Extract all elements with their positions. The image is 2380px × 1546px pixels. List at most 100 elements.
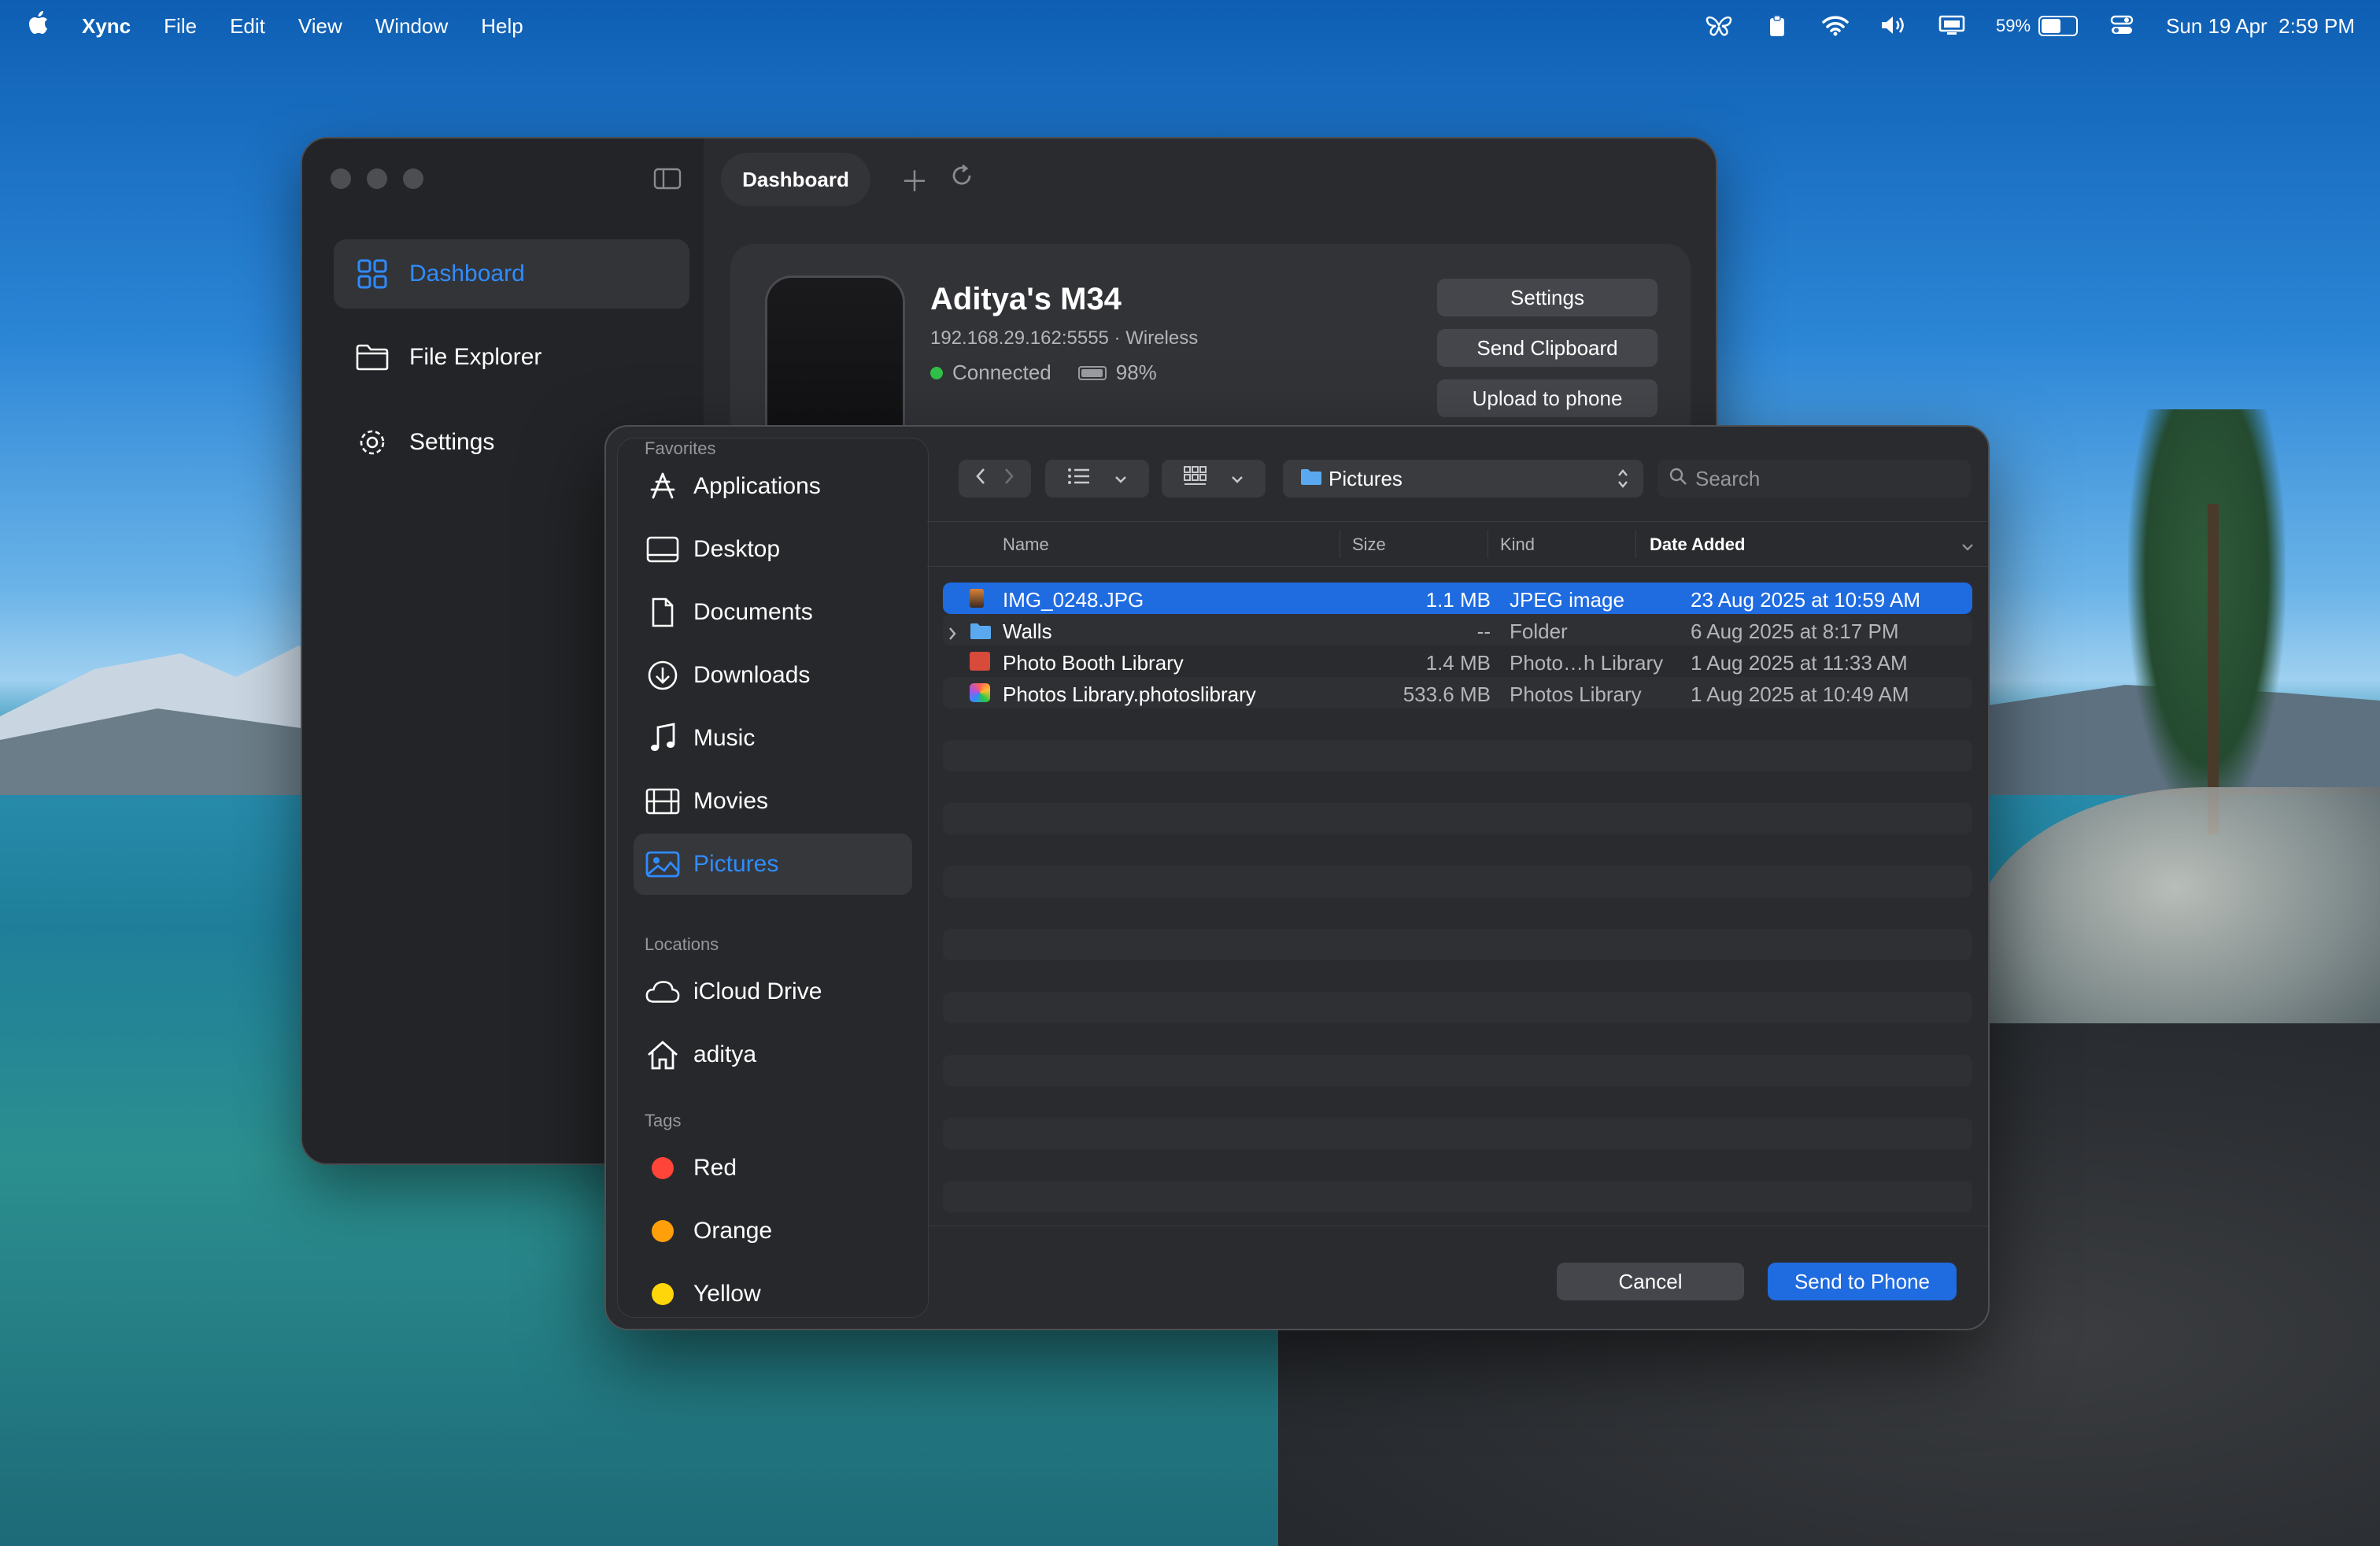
folder-icon bbox=[354, 339, 390, 375]
battery-percent: 59% bbox=[1996, 16, 2031, 35]
sidebar-item-music[interactable]: Music bbox=[634, 708, 912, 769]
sidebar-item-documents[interactable]: Documents bbox=[634, 582, 912, 643]
sidebar-item-downloads[interactable]: Downloads bbox=[634, 645, 912, 706]
control-center-icon[interactable] bbox=[2108, 14, 2136, 38]
send-to-phone-button[interactable]: Send to Phone bbox=[1768, 1263, 1957, 1300]
list-view-icon bbox=[1067, 468, 1091, 490]
dialog-footer: Cancel Send to Phone bbox=[927, 1226, 1988, 1329]
app-menu[interactable]: Xync bbox=[82, 14, 131, 39]
sidebar-tag-orange[interactable]: Orange bbox=[634, 1200, 912, 1262]
music-icon bbox=[645, 720, 681, 756]
search-field[interactable]: Search bbox=[1658, 460, 1971, 497]
menu-edit[interactable]: Edit bbox=[230, 14, 265, 39]
empty-row bbox=[943, 1055, 1972, 1086]
refresh-icon[interactable] bbox=[949, 162, 974, 195]
zoom-window-button[interactable] bbox=[403, 168, 423, 189]
file-size: 1.4 MB bbox=[1425, 651, 1491, 675]
sidebar-item-home[interactable]: aditya bbox=[634, 1024, 912, 1086]
empty-row bbox=[943, 929, 1972, 960]
sidebar-item-applications[interactable]: Applications bbox=[634, 456, 912, 517]
sidebar-item-file-explorer[interactable]: File Explorer bbox=[334, 323, 689, 392]
column-kind[interactable]: Kind bbox=[1500, 534, 1535, 555]
battery-icon bbox=[2038, 16, 2079, 36]
clipboard-icon[interactable] bbox=[1763, 14, 1791, 38]
file-row[interactable]: Walls -- Folder 6 Aug 2025 at 8:17 PM bbox=[943, 614, 1972, 645]
window-controls bbox=[331, 168, 423, 189]
file-kind: Folder bbox=[1510, 620, 1568, 643]
battery-status[interactable]: 59% bbox=[1996, 16, 2079, 36]
sort-chevron-icon[interactable] bbox=[1961, 536, 1974, 557]
menu-help[interactable]: Help bbox=[481, 14, 523, 39]
file-row[interactable]: Photo Booth Library 1.4 MB Photo…h Libra… bbox=[943, 645, 1972, 677]
back-forward-buttons bbox=[959, 460, 1031, 497]
folder-path-select[interactable]: Pictures bbox=[1283, 460, 1643, 497]
folder-icon bbox=[1300, 467, 1322, 491]
forward-chevron-icon[interactable] bbox=[1003, 468, 1014, 490]
send-clipboard-button[interactable]: Send Clipboard bbox=[1437, 329, 1658, 367]
file-name: IMG_0248.JPG bbox=[1003, 588, 1144, 612]
file-row[interactable]: IMG_0248.JPG 1.1 MB JPEG image 23 Aug 20… bbox=[943, 583, 1972, 614]
file-kind: JPEG image bbox=[1510, 588, 1624, 612]
column-size[interactable]: Size bbox=[1352, 534, 1386, 555]
empty-row bbox=[943, 866, 1972, 897]
tab-dashboard[interactable]: Dashboard bbox=[721, 153, 870, 206]
sidebar-item-dashboard[interactable]: Dashboard bbox=[334, 239, 689, 309]
new-tab-plus-icon[interactable]: ＋ bbox=[900, 159, 929, 200]
column-date-added[interactable]: Date Added bbox=[1650, 534, 1745, 555]
search-icon bbox=[1669, 467, 1687, 491]
wifi-icon[interactable] bbox=[1821, 14, 1850, 38]
sidebar-tag-red[interactable]: Red bbox=[634, 1137, 912, 1199]
menu-window[interactable]: Window bbox=[375, 14, 448, 39]
applications-icon bbox=[645, 468, 681, 505]
column-name[interactable]: Name bbox=[1003, 534, 1049, 555]
minimize-window-button[interactable] bbox=[367, 168, 387, 189]
volume-icon[interactable] bbox=[1879, 14, 1908, 38]
butterfly-icon[interactable] bbox=[1705, 14, 1733, 38]
tag-color-swatch bbox=[652, 1220, 674, 1242]
download-icon bbox=[645, 657, 681, 693]
list-view-button[interactable] bbox=[1045, 460, 1149, 497]
back-chevron-icon[interactable] bbox=[975, 468, 986, 490]
sidebar-item-desktop[interactable]: Desktop bbox=[634, 519, 912, 580]
sidebar-tag-yellow[interactable]: Yellow bbox=[634, 1263, 912, 1317]
sidebar-item-label: Music bbox=[693, 725, 756, 751]
device-status: Connected 98% bbox=[930, 361, 1157, 385]
device-address: 192.168.29.162:5555 · Wireless bbox=[930, 327, 1199, 349]
folder-icon bbox=[970, 621, 992, 645]
tag-color-swatch bbox=[652, 1283, 674, 1305]
sidebar-item-label: aditya bbox=[693, 1041, 757, 1067]
file-row[interactable]: Photos Library.photoslibrary 533.6 MB Ph… bbox=[943, 677, 1972, 708]
tags-heading: Tags bbox=[645, 1111, 682, 1130]
group-view-button[interactable] bbox=[1162, 460, 1266, 497]
device-battery-icon bbox=[1077, 365, 1107, 380]
cancel-button[interactable]: Cancel bbox=[1557, 1263, 1744, 1300]
menu-view[interactable]: View bbox=[298, 14, 342, 39]
disclosure-chevron-icon[interactable] bbox=[948, 622, 957, 646]
up-down-chevron-icon bbox=[1617, 468, 1629, 495]
sidebar-item-movies[interactable]: Movies bbox=[634, 771, 912, 832]
empty-row bbox=[943, 740, 1972, 771]
granite-rocks bbox=[1971, 787, 2380, 1039]
sidebar-item-label: iCloud Drive bbox=[693, 978, 822, 1004]
sidebar-item-label: Red bbox=[693, 1155, 737, 1181]
sidebar-toggle-icon[interactable] bbox=[653, 167, 682, 190]
document-icon bbox=[645, 594, 681, 631]
sidebar-item-pictures[interactable]: Pictures bbox=[634, 834, 912, 895]
close-window-button[interactable] bbox=[331, 168, 351, 189]
jpeg-file-icon bbox=[970, 589, 984, 613]
menubar-clock[interactable]: Sun 19 Apr 2:59 PM bbox=[2166, 14, 2355, 39]
file-date: 1 Aug 2025 at 11:33 AM bbox=[1691, 651, 1908, 675]
display-icon[interactable] bbox=[1938, 14, 1966, 38]
file-list: IMG_0248.JPG 1.1 MB JPEG image 23 Aug 20… bbox=[943, 583, 1972, 1212]
cloud-icon bbox=[645, 974, 681, 1010]
sidebar-item-label: Settings bbox=[409, 429, 495, 455]
upload-to-phone-button[interactable]: Upload to phone bbox=[1437, 379, 1658, 417]
device-settings-button[interactable]: Settings bbox=[1437, 279, 1658, 316]
file-date: 6 Aug 2025 at 8:17 PM bbox=[1691, 620, 1899, 643]
file-size: 533.6 MB bbox=[1402, 682, 1491, 706]
column-divider bbox=[1635, 530, 1636, 558]
file-kind: Photos Library bbox=[1510, 682, 1642, 706]
apple-menu-icon[interactable] bbox=[28, 11, 49, 41]
menu-file[interactable]: File bbox=[164, 14, 197, 39]
sidebar-item-icloud-drive[interactable]: iCloud Drive bbox=[634, 961, 912, 1023]
